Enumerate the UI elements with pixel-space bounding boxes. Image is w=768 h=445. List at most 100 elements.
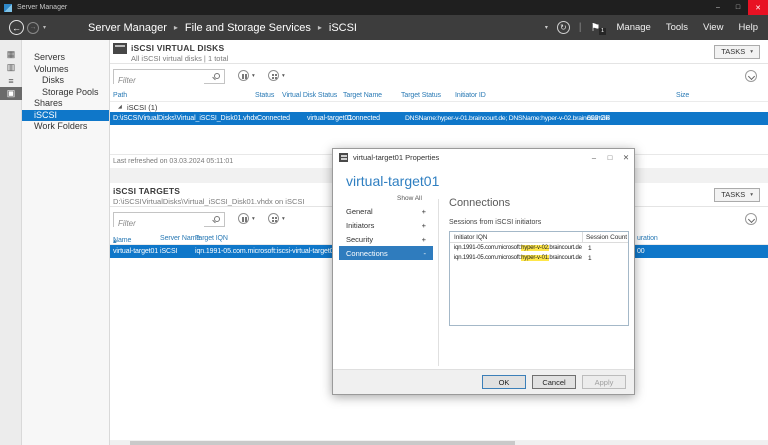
group-collapse-icon[interactable]: ◢ — [118, 104, 122, 110]
dialog-close-button[interactable]: ✕ — [618, 150, 634, 165]
sessions-label: Sessions from iSCSI initiators — [449, 219, 542, 226]
back-icon[interactable]: ← — [9, 20, 24, 35]
collapse-tile-icon[interactable] — [745, 70, 757, 82]
breadcrumb-iscsi[interactable]: iSCSI — [329, 22, 357, 34]
window-minimize-button[interactable]: – — [708, 0, 728, 15]
cell-partially-hidden: 00 — [637, 248, 645, 255]
ok-button[interactable]: OK — [482, 375, 526, 389]
cell-target-status: Connected — [347, 115, 380, 122]
column-virtual-disk-status[interactable]: Virtual Disk Status — [282, 92, 337, 99]
window-close-button[interactable]: ✕ — [748, 0, 768, 15]
column-size[interactable]: Size — [676, 92, 689, 99]
menu-manage[interactable]: Manage — [617, 22, 651, 33]
session-row[interactable]: iqn.1991-05.com.microsoft:hyper-v-02.bra… — [450, 243, 628, 253]
column-status[interactable]: Status — [255, 92, 274, 99]
sidebar-item-storage-pools[interactable]: Storage Pools — [22, 87, 109, 99]
cell-initiator-iqn: iqn.1991-05.com.microsoft:hyper-v-01.bra… — [454, 254, 582, 261]
cell-server-name: iSCSI — [160, 248, 178, 255]
sort-ascending-icon: ▴ — [113, 238, 117, 245]
dialog-nav-security[interactable]: Security + — [339, 232, 433, 246]
breadcrumb-server-manager[interactable]: Server Manager — [88, 22, 167, 34]
column-initiator-iqn[interactable]: Initiator IQN — [454, 234, 487, 241]
sessions-table-header: Initiator IQN Session Count — [450, 232, 628, 243]
column-target-iqn[interactable]: Target IQN — [195, 235, 228, 242]
column-initiator-id[interactable]: Initiator ID — [455, 92, 486, 99]
chevron-down-icon: ▾ — [282, 72, 285, 79]
virtual-disks-tasks-button[interactable]: TASKS ▾ — [714, 44, 760, 59]
sidebar-item-disks[interactable]: Disks — [22, 75, 109, 87]
dialog-maximize-button[interactable]: □ — [602, 150, 618, 165]
all-servers-icon[interactable]: ≡ — [0, 74, 22, 87]
sidebar-item-work-folders[interactable]: Work Folders — [22, 121, 109, 133]
column-target-name[interactable]: Target Name — [343, 92, 382, 99]
column-session-count[interactable]: Session Count — [586, 234, 627, 241]
chevron-down-icon: ▾ — [282, 215, 285, 222]
search-icon — [214, 73, 220, 79]
menu-help[interactable]: Help — [738, 22, 758, 33]
menu-tools[interactable]: Tools — [666, 22, 688, 33]
group-label: iSCSI (1) — [127, 103, 158, 112]
notification-badge: 1 — [599, 28, 606, 35]
sidebar-item-volumes[interactable]: Volumes — [22, 64, 109, 76]
cell-target-name: virtual-target01 — [307, 115, 353, 122]
dialog-nav: General + Initiators + Security + Connectio… — [339, 204, 433, 260]
virtual-disks-group-row[interactable]: ◢ iSCSI (1) — [110, 102, 768, 112]
notifications-dropdown-icon[interactable]: ▾ — [545, 24, 548, 31]
window-maximize-button[interactable]: □ — [728, 0, 748, 15]
tasks-caret-icon: ▾ — [750, 191, 753, 198]
file-storage-services-icon[interactable]: ▣ ▸ — [0, 87, 28, 100]
history-dropdown-icon[interactable]: ▾ — [43, 24, 46, 31]
menu-view[interactable]: View — [703, 22, 723, 33]
expand-icon[interactable]: + — [422, 221, 426, 230]
column-divider[interactable] — [582, 232, 583, 242]
collapse-icon[interactable]: - — [424, 249, 427, 258]
target-properties-dialog: virtual-target01 Properties – □ ✕ virtua… — [332, 148, 635, 395]
dialog-nav-connections[interactable]: Connections - — [339, 246, 433, 260]
column-path[interactable]: Path — [113, 92, 127, 99]
window-title: Server Manager — [17, 4, 68, 11]
sidebar-item-shares[interactable]: Shares — [22, 98, 109, 110]
sidebar-item-servers[interactable]: Servers — [22, 52, 109, 64]
virtual-disks-filter — [113, 69, 225, 87]
dialog-minimize-button[interactable]: – — [586, 150, 602, 165]
column-partially-hidden[interactable]: uration — [637, 235, 658, 242]
dashboard-icon[interactable]: ▦ — [0, 48, 22, 61]
saved-filters-dropdown[interactable]: ▾ — [238, 213, 255, 224]
sidebar-item-iscsi[interactable]: iSCSI — [22, 109, 109, 121]
forward-icon[interactable]: → — [27, 21, 39, 34]
local-server-icon[interactable]: ▥ — [0, 61, 22, 74]
refresh-icon[interactable]: ↻ — [556, 21, 570, 34]
session-row[interactable]: iqn.1991-05.com.microsoft:hyper-v-01.bra… — [450, 253, 628, 263]
filter-list-icon — [238, 70, 249, 81]
dialog-nav-initiators[interactable]: Initiators + — [339, 218, 433, 232]
navbar-right-cluster: ▾ ↻ | ⚑ 1 Manage Tools View Help — [545, 21, 768, 35]
grouping-dropdown[interactable]: ▾ — [268, 213, 285, 224]
expand-icon[interactable]: + — [422, 235, 426, 244]
targets-tasks-button[interactable]: TASKS ▾ — [714, 187, 760, 202]
collapse-tile-icon[interactable] — [745, 213, 757, 225]
search-highlight: hyper-v-02. — [521, 244, 550, 251]
notification-flag-icon[interactable]: ⚑ 1 — [591, 21, 606, 35]
dialog-nav-divider — [438, 199, 439, 366]
filter-list-icon — [238, 213, 249, 224]
left-icon-strip: ▦ ▥ ≡ ▣ ▸ — [0, 40, 28, 445]
dialog-server-icon — [339, 153, 348, 162]
column-target-status[interactable]: Target Status — [401, 92, 441, 99]
virtual-disk-row[interactable]: D:\iSCSIVirtualDisks\Virtual_iSCSI_Disk0… — [110, 112, 768, 125]
horizontal-scrollbar[interactable] — [110, 441, 768, 445]
chevron-down-icon: ▾ — [252, 72, 255, 79]
breadcrumb-file-storage-services[interactable]: File and Storage Services — [185, 22, 311, 34]
cancel-button[interactable]: Cancel — [532, 375, 576, 389]
targets-subtitle: D:\iSCSIVirtualDisks\Virtual_iSCSI_Disk0… — [113, 196, 305, 206]
targets-filter-input[interactable] — [114, 217, 204, 230]
show-all-toggle[interactable]: Show All — [397, 195, 422, 202]
apply-button[interactable]: Apply — [582, 375, 626, 389]
targets-title: iSCSI TARGETS — [113, 186, 181, 196]
scrollbar-thumb[interactable] — [130, 441, 515, 445]
expand-icon[interactable]: + — [422, 207, 426, 216]
grouping-dropdown[interactable]: ▾ — [268, 70, 285, 81]
saved-filters-dropdown[interactable]: ▾ — [238, 70, 255, 81]
virtual-disks-filter-input[interactable] — [114, 74, 204, 87]
cell-name: virtual-target01 — [113, 248, 159, 255]
dialog-nav-general[interactable]: General + — [339, 204, 433, 218]
